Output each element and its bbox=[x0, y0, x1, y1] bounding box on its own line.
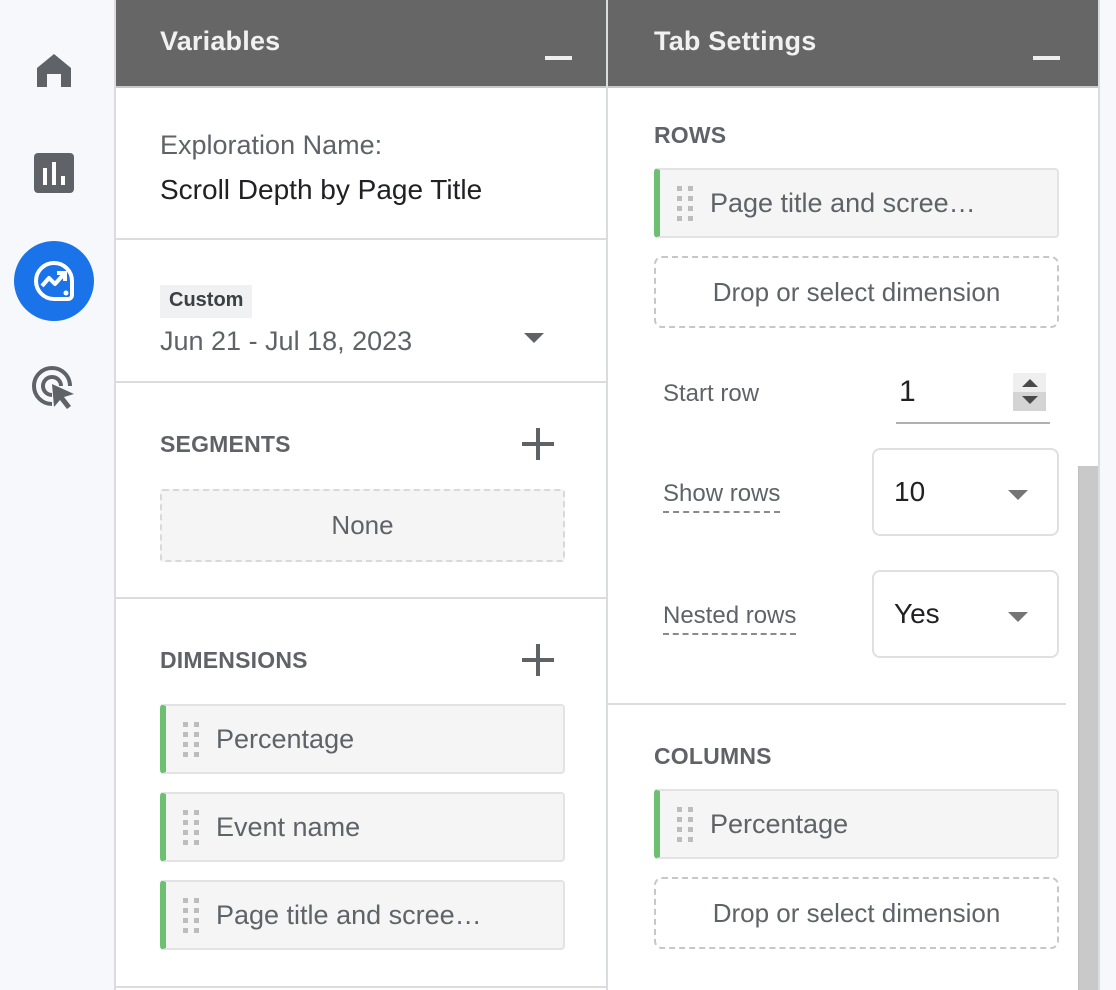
segments-section: SEGMENTS None bbox=[116, 383, 608, 599]
chevron-down-icon[interactable] bbox=[524, 333, 544, 343]
nav-reports[interactable] bbox=[14, 133, 94, 213]
columns-heading: COLUMNS bbox=[654, 743, 772, 769]
row-dimension-chip[interactable]: Page title and scree… bbox=[654, 168, 1059, 238]
dimension-chip-label: Page title and scree… bbox=[216, 899, 482, 930]
segments-none-box[interactable]: None bbox=[160, 489, 565, 562]
tab-settings-scrollbar[interactable] bbox=[1078, 466, 1098, 990]
start-row-stepper[interactable]: 1 bbox=[896, 366, 1050, 424]
date-range-badge: Custom bbox=[160, 285, 253, 318]
drag-handle-icon[interactable] bbox=[183, 897, 199, 933]
show-rows-select[interactable]: 10 bbox=[872, 448, 1059, 536]
exploration-name-value[interactable]: Scroll Depth by Page Title bbox=[160, 174, 482, 206]
minimize-icon[interactable] bbox=[545, 56, 572, 60]
rows-drop-zone[interactable]: Drop or select dimension bbox=[654, 256, 1059, 328]
nav-advertising[interactable] bbox=[14, 348, 94, 428]
panel-title: Tab Settings bbox=[654, 26, 817, 56]
explore-trend-icon bbox=[34, 260, 74, 301]
dimension-chip[interactable]: Percentage bbox=[160, 704, 565, 774]
start-row-label: Start row bbox=[663, 380, 760, 407]
stepper-up-icon[interactable] bbox=[1013, 373, 1046, 392]
stepper-buttons[interactable] bbox=[1013, 373, 1046, 411]
date-range-value[interactable]: Jun 21 - Jul 18, 2023 bbox=[160, 326, 412, 357]
tab-settings-panel: Tab Settings ROWS Page title and scree… … bbox=[606, 0, 1100, 990]
dimensions-section: DIMENSIONS Percentage Event name Page ti… bbox=[116, 599, 608, 988]
dimension-chip[interactable]: Event name bbox=[160, 792, 565, 862]
nested-rows-select[interactable]: Yes bbox=[872, 570, 1059, 658]
exploration-name-section[interactable]: Exploration Name: Scroll Depth by Page T… bbox=[116, 88, 608, 240]
target-cursor-icon bbox=[32, 366, 74, 409]
drag-handle-icon[interactable] bbox=[677, 185, 693, 221]
exploration-name-label: Exploration Name: bbox=[160, 130, 383, 160]
drag-handle-icon[interactable] bbox=[183, 721, 199, 757]
nav-rail bbox=[0, 0, 114, 990]
dimension-chip-label: Percentage bbox=[216, 723, 355, 754]
minimize-icon[interactable] bbox=[1033, 56, 1060, 60]
chevron-down-icon bbox=[1008, 612, 1028, 622]
home-icon bbox=[37, 54, 71, 87]
variables-panel-header: Variables bbox=[116, 0, 608, 88]
segments-heading: SEGMENTS bbox=[160, 431, 291, 457]
show-rows-value: 10 bbox=[894, 476, 926, 507]
start-row-value[interactable]: 1 bbox=[899, 375, 916, 409]
variables-panel: Variables Exploration Name: Scroll Depth… bbox=[114, 0, 608, 990]
row-chip-label: Page title and scree… bbox=[710, 187, 976, 218]
dimension-chip-label: Event name bbox=[216, 811, 361, 842]
bar-chart-icon bbox=[34, 153, 74, 193]
date-range-picker[interactable]: Custom Jun 21 - Jul 18, 2023 bbox=[116, 240, 608, 383]
stepper-down-icon[interactable] bbox=[1013, 392, 1046, 411]
column-chip-label: Percentage bbox=[710, 808, 849, 839]
column-dimension-chip[interactable]: Percentage bbox=[654, 789, 1059, 859]
panel-title: Variables bbox=[160, 26, 281, 56]
drag-handle-icon[interactable] bbox=[183, 809, 199, 845]
rows-heading: ROWS bbox=[654, 122, 727, 148]
chevron-down-icon bbox=[1008, 490, 1028, 500]
dimension-chip[interactable]: Page title and scree… bbox=[160, 880, 565, 950]
nested-rows-label: Nested rows bbox=[663, 602, 797, 635]
add-segment-plus-icon[interactable] bbox=[522, 428, 554, 460]
right-background-strip bbox=[1100, 0, 1116, 990]
tab-settings-panel-header: Tab Settings bbox=[608, 0, 1098, 88]
show-rows-label: Show rows bbox=[663, 480, 781, 513]
nested-rows-value: Yes bbox=[894, 598, 940, 629]
dimensions-heading: DIMENSIONS bbox=[160, 647, 308, 673]
add-dimension-plus-icon[interactable] bbox=[522, 644, 554, 676]
nav-explore[interactable] bbox=[14, 241, 94, 321]
columns-drop-zone[interactable]: Drop or select dimension bbox=[654, 877, 1059, 949]
drag-handle-icon[interactable] bbox=[677, 806, 693, 842]
nav-home[interactable] bbox=[14, 30, 94, 110]
rows-section: ROWS Page title and scree… Drop or selec… bbox=[608, 88, 1098, 705]
columns-section: COLUMNS Percentage Drop or select dimens… bbox=[608, 705, 1066, 990]
